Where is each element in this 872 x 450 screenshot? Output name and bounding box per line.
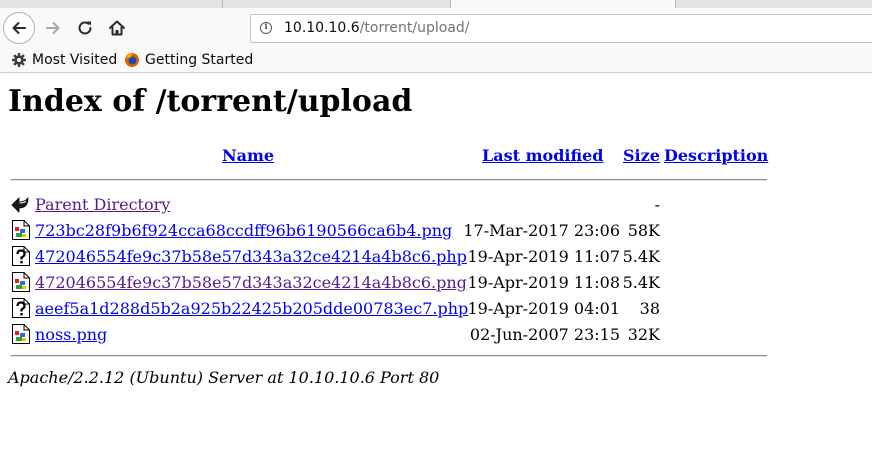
- file-size: 5.4K: [622, 273, 660, 292]
- firefox-icon: [125, 53, 139, 67]
- file-modified: 19-Apr-2019 11:07: [467, 247, 620, 266]
- file-modified: 17-Mar-2017 23:06: [463, 221, 620, 240]
- reload-button[interactable]: [70, 13, 100, 43]
- bookmark-label: Getting Started: [145, 52, 254, 68]
- file-modified: 02-Jun-2007 23:15: [469, 325, 620, 344]
- image-icon: [12, 220, 30, 240]
- forward-button[interactable]: [38, 13, 68, 43]
- file-link[interactable]: aeef5a1d288d5b2a925b22425b205dde00783ec7…: [35, 299, 468, 318]
- url-host: 10.10.10.6: [284, 20, 360, 36]
- file-size: 5.4K: [622, 247, 660, 266]
- table-row-parent: Parent Directory -: [0, 191, 872, 217]
- file-size: 38: [639, 299, 660, 318]
- navigation-toolbar: i 10.10.10.6/torrent/upload/: [0, 8, 872, 48]
- tab-strip: [0, 0, 872, 8]
- table-row: aeef5a1d288d5b2a925b22425b205dde00783ec7…: [0, 295, 872, 321]
- table-row: 472046554fe9c37b58e57d343a32ce4214a4b8c6…: [0, 269, 872, 295]
- back-arrow-icon: [11, 196, 29, 213]
- gear-icon: [12, 53, 26, 67]
- home-button[interactable]: [102, 13, 132, 43]
- image-icon: [12, 272, 30, 292]
- url-path: /torrent/upload/: [359, 20, 470, 36]
- parent-directory-link[interactable]: Parent Directory: [35, 195, 170, 214]
- table-row: 723bc28f9b6f924cca68ccdff96b6190566ca6b4…: [0, 217, 872, 243]
- file-link[interactable]: 472046554fe9c37b58e57d343a32ce4214a4b8c6…: [35, 247, 467, 266]
- column-header-name[interactable]: Name: [222, 146, 274, 165]
- table-row: 472046554fe9c37b58e57d343a32ce4214a4b8c6…: [0, 243, 872, 269]
- reload-icon: [78, 21, 92, 35]
- page-title: Index of /torrent/upload: [8, 84, 413, 119]
- bookmark-most-visited[interactable]: Most Visited: [11, 51, 117, 69]
- file-link[interactable]: 472046554fe9c37b58e57d343a32ce4214a4b8c6…: [35, 273, 467, 292]
- file-modified: 19-Apr-2019 11:08: [467, 273, 620, 292]
- tab-previous[interactable]: [0, 0, 223, 8]
- column-header-size[interactable]: Size: [623, 146, 660, 165]
- image-icon: [12, 324, 30, 344]
- table-row: noss.png 02-Jun-2007 23:15 32K: [0, 321, 872, 347]
- file-size: -: [654, 195, 660, 214]
- forward-arrow-icon: [46, 22, 60, 34]
- bookmarks-toolbar: Most Visited Getting Started: [0, 48, 872, 73]
- home-icon: [109, 20, 125, 36]
- tab-current[interactable]: [450, 0, 676, 8]
- server-signature: Apache/2.2.12 (Ubuntu) Server at 10.10.1…: [8, 368, 440, 387]
- back-button[interactable]: [3, 12, 35, 44]
- file-link[interactable]: noss.png: [35, 325, 107, 344]
- unknown-file-icon: [12, 298, 30, 318]
- file-modified: 19-Apr-2019 04:01: [467, 299, 620, 318]
- divider-top: [11, 179, 767, 181]
- column-header-last-modified[interactable]: Last modified: [482, 146, 603, 165]
- column-header-description[interactable]: Description: [664, 146, 768, 165]
- unknown-file-icon: [12, 246, 30, 266]
- bookmark-getting-started[interactable]: Getting Started: [124, 51, 253, 69]
- divider-bottom: [11, 355, 767, 357]
- file-size: 58K: [627, 221, 660, 240]
- info-icon[interactable]: i: [260, 22, 272, 34]
- back-arrow-icon: [12, 22, 26, 34]
- file-size: 32K: [627, 325, 660, 344]
- page-content: Index of /torrent/upload Name Last modif…: [0, 74, 872, 450]
- url-bar[interactable]: i 10.10.10.6/torrent/upload/: [250, 14, 872, 43]
- bookmark-label: Most Visited: [32, 52, 118, 68]
- file-link[interactable]: 723bc28f9b6f924cca68ccdff96b6190566ca6b4…: [35, 221, 452, 240]
- url-text[interactable]: 10.10.10.6/torrent/upload/: [284, 20, 470, 36]
